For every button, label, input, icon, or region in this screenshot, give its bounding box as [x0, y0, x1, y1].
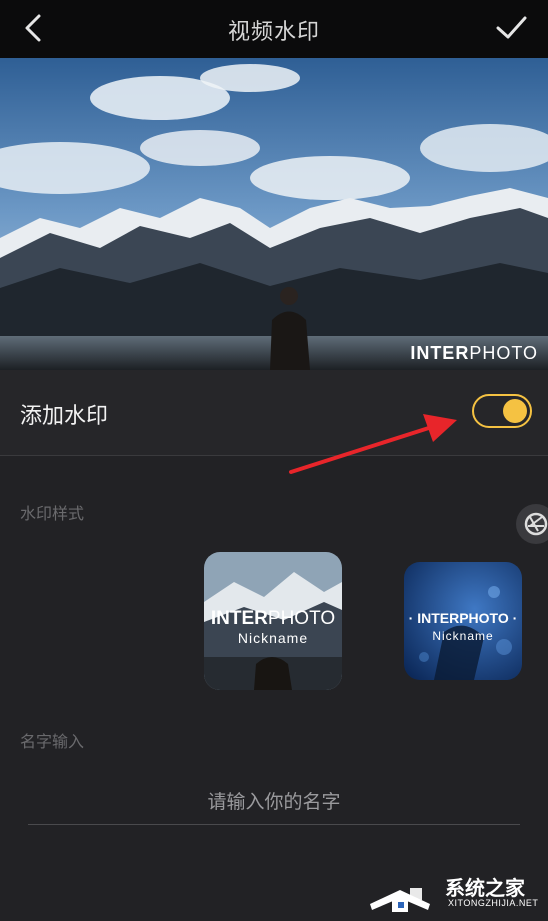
- site-watermark-url: XITONGZHIJIA.NET: [448, 898, 539, 908]
- toggle-knob: [503, 399, 527, 423]
- top-bar: 视频水印: [0, 0, 548, 58]
- site-watermark-name: 系统之家: [445, 876, 525, 900]
- card-1-brand: INTERPHOTO: [210, 608, 336, 629]
- checkmark-icon: [496, 16, 527, 39]
- annotation-arrow: [289, 414, 457, 474]
- card-2-brand: · INTERPHOTO ·: [408, 610, 518, 626]
- style-section-label: 水印样式: [20, 504, 85, 523]
- add-watermark-toggle[interactable]: [472, 394, 532, 428]
- confirm-button[interactable]: [492, 10, 532, 50]
- name-input[interactable]: [28, 780, 520, 825]
- preview-watermark: INTERPHOTO: [410, 343, 538, 363]
- card-1-nickname: Nickname: [237, 630, 309, 646]
- video-preview: INTERPHOTO: [0, 58, 548, 370]
- add-watermark-row: 添加水印: [0, 370, 548, 456]
- camera-shutter-button[interactable]: [516, 504, 548, 544]
- watermark-style-card-1[interactable]: INTERPHOTO Nickname: [204, 552, 342, 690]
- page-title: 视频水印: [227, 20, 320, 45]
- card-2-nickname: Nickname: [432, 629, 494, 643]
- add-watermark-label: 添加水印: [20, 404, 109, 429]
- name-section-label: 名字输入: [20, 732, 85, 751]
- aperture-icon: [524, 512, 548, 536]
- watermark-style-card-2[interactable]: · INTERPHOTO · Nickname: [404, 562, 522, 680]
